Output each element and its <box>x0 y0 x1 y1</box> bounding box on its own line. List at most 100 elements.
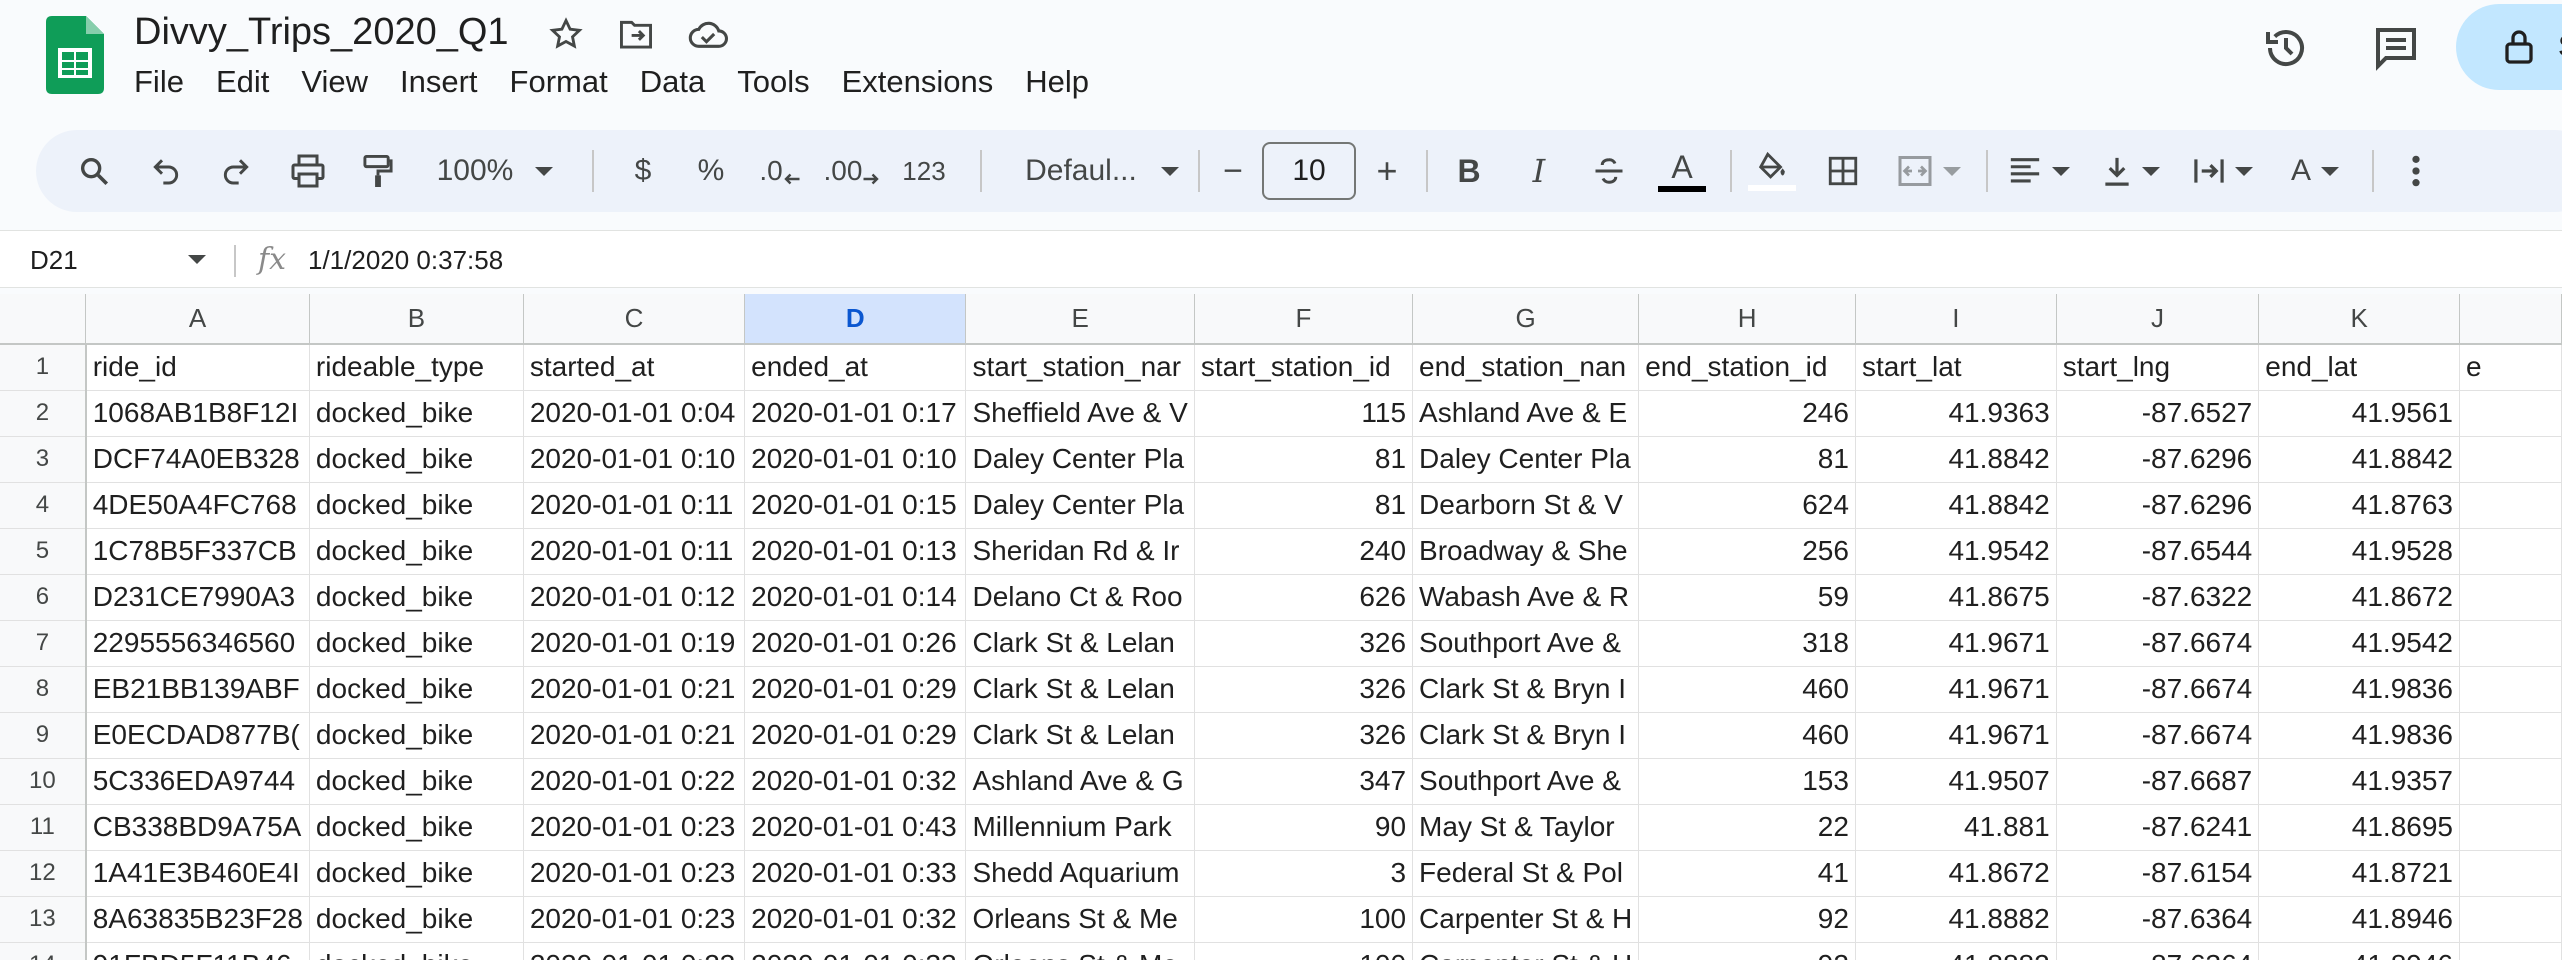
column-header-d[interactable]: D <box>744 294 967 345</box>
grid-cell[interactable]: 92 <box>1638 896 1856 943</box>
currency-format-button[interactable]: $ <box>618 130 668 212</box>
grid-cell[interactable]: 1068AB1B8F12I <box>85 390 310 437</box>
grid-cell[interactable]: 41.9561 <box>2258 390 2460 437</box>
grid-cell[interactable] <box>2459 574 2562 621</box>
grid-cell[interactable]: Carpenter St & H <box>1412 942 1640 960</box>
header-cell[interactable]: ride_id <box>85 344 310 391</box>
grid-cell[interactable] <box>2459 390 2562 437</box>
grid-cell[interactable]: 2020-01-01 0:10 <box>523 436 746 483</box>
grid-cell[interactable]: -87.6527 <box>2056 390 2260 437</box>
grid-cell[interactable]: Broadway & She <box>1412 528 1640 575</box>
grid-cell[interactable]: 41.8946 <box>2258 942 2460 960</box>
row-header[interactable]: 4 <box>0 482 87 529</box>
grid-cell[interactable]: 41.9836 <box>2258 712 2460 759</box>
grid-cell[interactable]: 41 <box>1638 850 1856 897</box>
menu-data[interactable]: Data <box>624 60 721 104</box>
grid-cell[interactable]: 41.9671 <box>1855 666 2057 713</box>
header-cell[interactable]: e <box>2459 344 2562 391</box>
grid-cell[interactable]: Clark St & Lelan <box>965 666 1195 713</box>
grid-cell[interactable]: 246 <box>1638 390 1856 437</box>
print-icon[interactable] <box>286 130 330 212</box>
more-formats-button[interactable]: 123 <box>894 130 954 212</box>
font-family-select[interactable]: Defaul... <box>994 130 1210 212</box>
grid-cell[interactable] <box>2459 436 2562 483</box>
grid-cell[interactable]: 41.8763 <box>2258 482 2460 529</box>
grid-cell[interactable]: 2020-01-01 0:32 <box>744 896 967 943</box>
grid-cell[interactable]: 2020-01-01 0:12 <box>523 574 746 621</box>
spreadsheet-grid[interactable]: ABCDEFGHIJK 1 ride_id rideable_type started… <box>0 294 2562 960</box>
italic-button[interactable]: I <box>1514 130 1564 212</box>
header-cell[interactable]: start_lng <box>2056 344 2260 391</box>
grid-cell[interactable]: 2020-01-01 0:11 <box>523 482 746 529</box>
menu-edit[interactable]: Edit <box>200 60 285 104</box>
column-header-e[interactable]: E <box>965 294 1195 345</box>
grid-cell[interactable]: May St & Taylor <box>1412 804 1640 851</box>
grid-cell[interactable]: 460 <box>1638 712 1856 759</box>
column-header-a[interactable]: A <box>85 294 310 345</box>
horizontal-align-icon[interactable] <box>2002 130 2076 212</box>
grid-cell[interactable]: 240 <box>1194 528 1414 575</box>
grid-cell[interactable]: 326 <box>1194 712 1414 759</box>
grid-cell[interactable]: -87.6322 <box>2056 574 2260 621</box>
grid-cell[interactable]: 41.9836 <box>2258 666 2460 713</box>
grid-cell[interactable]: docked_bike <box>309 804 524 851</box>
row-header[interactable]: 7 <box>0 620 87 667</box>
grid-cell[interactable]: -87.6296 <box>2056 436 2260 483</box>
grid-cell[interactable]: docked_bike <box>309 896 524 943</box>
grid-cell[interactable]: Carpenter St & H <box>1412 896 1640 943</box>
grid-cell[interactable]: 326 <box>1194 620 1414 667</box>
grid-cell[interactable]: Clark St & Lelan <box>965 712 1195 759</box>
grid-cell[interactable]: 1A41E3B460E4I <box>85 850 310 897</box>
grid-cell[interactable]: 2295556346560 <box>85 620 310 667</box>
grid-cell[interactable]: E0ECDAD877B( <box>85 712 310 759</box>
grid-cell[interactable]: docked_bike <box>309 574 524 621</box>
paint-format-icon[interactable] <box>356 130 400 212</box>
grid-cell[interactable]: Clark St & Bryn I <box>1412 666 1640 713</box>
grid-cell[interactable]: -87.6674 <box>2056 620 2260 667</box>
borders-icon[interactable] <box>1818 130 1868 212</box>
grid-cell[interactable]: 2020-01-01 0:33 <box>744 850 967 897</box>
grid-cell[interactable]: 41.9528 <box>2258 528 2460 575</box>
row-header[interactable]: 1 <box>0 344 87 391</box>
grid-cell[interactable]: 624 <box>1638 482 1856 529</box>
grid-cell[interactable]: Daley Center Pla <box>965 482 1195 529</box>
grid-cell[interactable]: Clark St & Lelan <box>965 620 1195 667</box>
select-all-corner[interactable] <box>0 294 87 345</box>
row-header[interactable]: 2 <box>0 390 87 437</box>
grid-cell[interactable]: 41.9363 <box>1855 390 2057 437</box>
menu-help[interactable]: Help <box>1009 60 1105 104</box>
grid-cell[interactable]: 41.8882 <box>1855 942 2057 960</box>
grid-cell[interactable]: 318 <box>1638 620 1856 667</box>
grid-cell[interactable] <box>2459 666 2562 713</box>
grid-cell[interactable] <box>2459 850 2562 897</box>
grid-cell[interactable]: 41.8946 <box>2258 896 2460 943</box>
grid-cell[interactable]: -87.6687 <box>2056 758 2260 805</box>
grid-cell[interactable]: 115 <box>1194 390 1414 437</box>
grid-cell[interactable]: 22 <box>1638 804 1856 851</box>
increase-font-size-button[interactable]: + <box>1364 130 1410 212</box>
grid-cell[interactable]: 8A63835B23F28 <box>85 896 310 943</box>
grid-cell[interactable]: 2020-01-01 0:29 <box>744 712 967 759</box>
grid-cell[interactable]: 2020-01-01 0:29 <box>744 666 967 713</box>
increase-decimal-button[interactable]: .00 <box>820 130 884 212</box>
grid-cell[interactable]: 41.8672 <box>1855 850 2057 897</box>
grid-cell[interactable]: 2020-01-01 0:23 <box>523 804 746 851</box>
grid-cell[interactable]: 41.9542 <box>1855 528 2057 575</box>
search-menus-icon[interactable] <box>72 130 116 212</box>
fill-color-icon[interactable] <box>1744 130 1800 212</box>
grid-cell[interactable]: EB21BB139ABF <box>85 666 310 713</box>
row-header[interactable]: 13 <box>0 896 87 943</box>
grid-cell[interactable]: 4DE50A4FC768 <box>85 482 310 529</box>
grid-cell[interactable]: 2020-01-01 0:04 <box>523 390 746 437</box>
grid-cell[interactable]: 81 <box>1194 482 1414 529</box>
decrease-font-size-button[interactable]: − <box>1210 130 1256 212</box>
text-color-button[interactable]: A <box>1654 130 1710 212</box>
grid-cell[interactable]: 100 <box>1194 896 1414 943</box>
grid-cell[interactable]: 626 <box>1194 574 1414 621</box>
menu-insert[interactable]: Insert <box>384 60 494 104</box>
grid-cell[interactable]: Southport Ave & <box>1412 620 1640 667</box>
grid-cell[interactable]: Clark St & Bryn I <box>1412 712 1640 759</box>
grid-cell[interactable] <box>2459 896 2562 943</box>
row-header[interactable]: 5 <box>0 528 87 575</box>
grid-cell[interactable] <box>2459 942 2562 960</box>
